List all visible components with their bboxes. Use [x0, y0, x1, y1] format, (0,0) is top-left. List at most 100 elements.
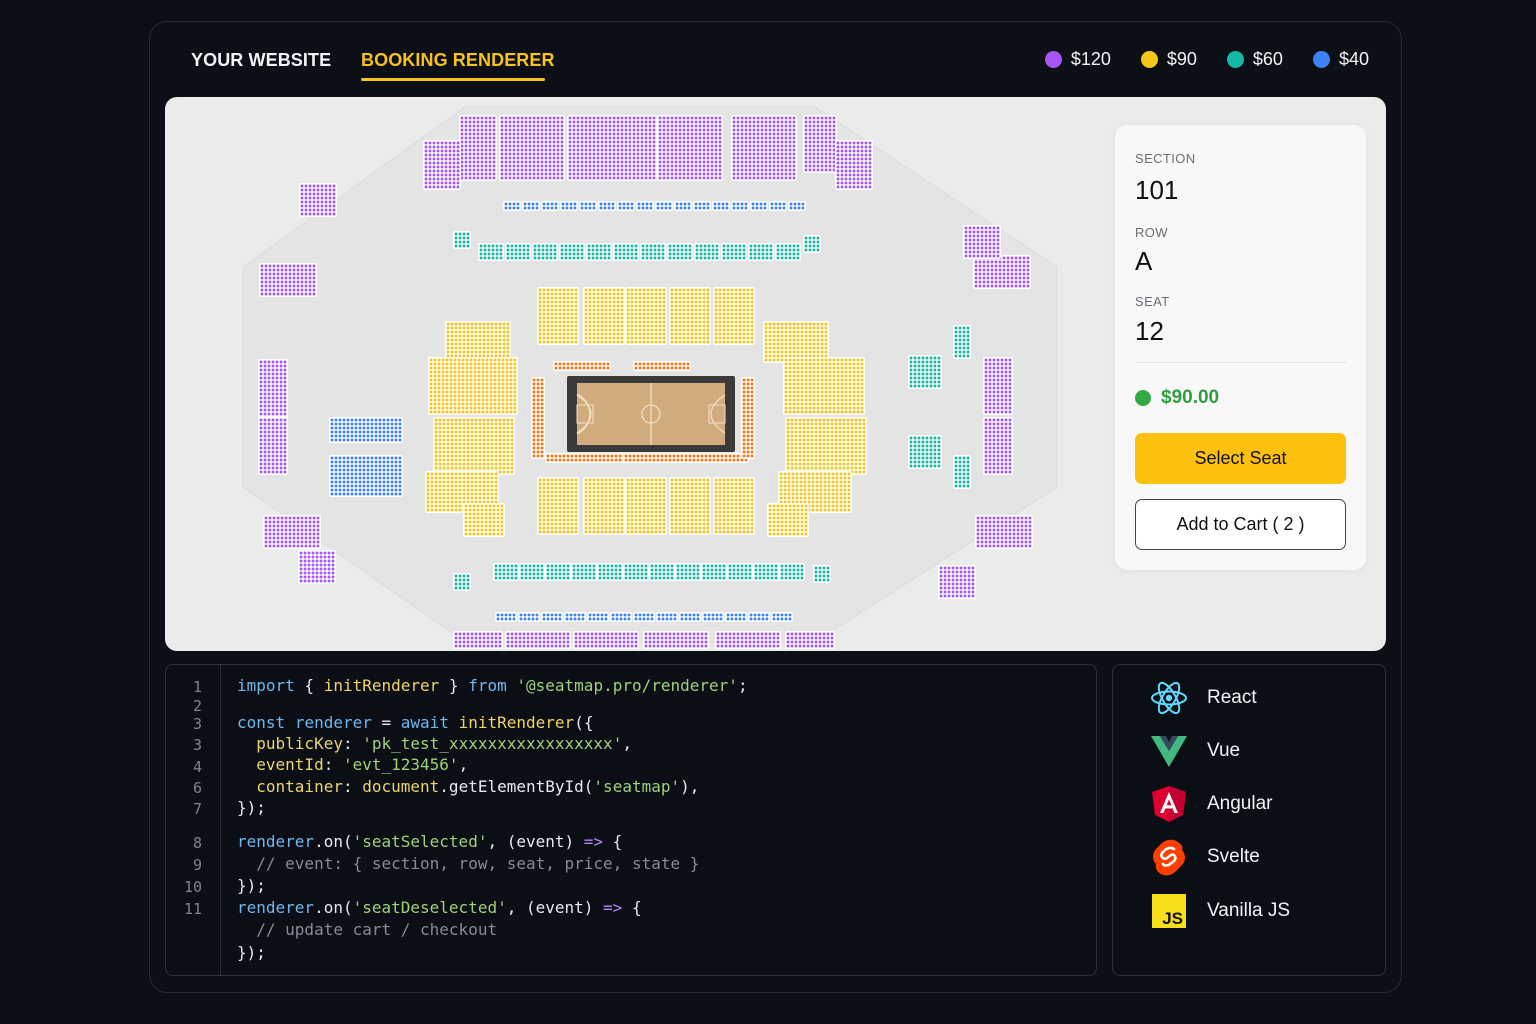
box-section-53[interactable]: [679, 612, 701, 622]
lower-section-100[interactable]: [445, 321, 511, 363]
upper-section-9[interactable]: [453, 631, 503, 649]
courtside-section-112[interactable]: [683, 453, 749, 463]
box-section-55[interactable]: [725, 612, 747, 622]
box-section-32[interactable]: [560, 201, 578, 211]
club-section-75[interactable]: [623, 563, 649, 581]
lower-section-103[interactable]: [433, 417, 515, 475]
upper-section-21[interactable]: [263, 515, 321, 549]
upper-section-2[interactable]: [567, 115, 633, 181]
box-section-30[interactable]: [522, 201, 540, 211]
add-to-cart-button[interactable]: Add to Cart ( 2 ): [1135, 499, 1346, 550]
club-section-65[interactable]: [667, 243, 693, 261]
upper-section-1[interactable]: [499, 115, 565, 181]
box-section-46[interactable]: [518, 612, 540, 622]
club-section-66[interactable]: [694, 243, 720, 261]
upper-section-4[interactable]: [657, 115, 723, 181]
box-section-40[interactable]: [712, 201, 730, 211]
club-section-58[interactable]: [478, 243, 504, 261]
club-section-70[interactable]: [493, 563, 519, 581]
club-section-60[interactable]: [532, 243, 558, 261]
club-section-61[interactable]: [559, 243, 585, 261]
upper-section-17[interactable]: [983, 357, 1013, 415]
club-section-77[interactable]: [675, 563, 701, 581]
upper-section-19[interactable]: [259, 263, 317, 297]
arena-seat-map[interactable]: [165, 97, 1115, 651]
lower-section-91[interactable]: [583, 287, 625, 345]
club-section-85[interactable]: [953, 455, 971, 489]
upper-section-12[interactable]: [643, 631, 709, 649]
upper-section-3[interactable]: [631, 115, 657, 181]
framework-item-vue[interactable]: Vue: [1149, 731, 1240, 771]
upper-section-5[interactable]: [731, 115, 797, 181]
box-section-48[interactable]: [564, 612, 586, 622]
framework-item-svelte[interactable]: Svelte: [1149, 837, 1260, 877]
courtside-section-116[interactable]: [741, 377, 755, 459]
club-section-59[interactable]: [505, 243, 531, 261]
club-section-72[interactable]: [545, 563, 571, 581]
upper-section-6[interactable]: [803, 115, 837, 173]
lower-section-109[interactable]: [767, 503, 809, 537]
club-section-64[interactable]: [640, 243, 666, 261]
upper-section-23[interactable]: [299, 183, 337, 217]
upper-section-15[interactable]: [258, 359, 288, 417]
lower-section-102[interactable]: [428, 357, 518, 415]
lower-section-96[interactable]: [583, 477, 625, 535]
upper-section-20[interactable]: [973, 255, 1031, 289]
box-section-36[interactable]: [636, 201, 654, 211]
box-section-27[interactable]: [329, 417, 403, 443]
upper-section-13[interactable]: [715, 631, 781, 649]
lower-section-94[interactable]: [713, 287, 755, 345]
courtside-section-114[interactable]: [633, 361, 691, 371]
box-section-39[interactable]: [693, 201, 711, 211]
upper-section-10[interactable]: [505, 631, 571, 649]
club-section-71[interactable]: [519, 563, 545, 581]
club-section-68[interactable]: [748, 243, 774, 261]
club-section-82[interactable]: [908, 355, 942, 389]
box-section-38[interactable]: [674, 201, 692, 211]
legend-item-40[interactable]: $40: [1312, 49, 1369, 70]
box-section-35[interactable]: [617, 201, 635, 211]
lower-section-108[interactable]: [463, 503, 505, 537]
box-section-37[interactable]: [655, 201, 673, 211]
club-section-62[interactable]: [586, 243, 612, 261]
lower-section-97[interactable]: [625, 477, 667, 535]
club-section-88[interactable]: [453, 573, 471, 591]
legend-item-60[interactable]: $60: [1226, 49, 1283, 70]
box-section-45[interactable]: [495, 612, 517, 622]
upper-section-14[interactable]: [785, 631, 835, 649]
club-section-86[interactable]: [453, 231, 471, 249]
lower-section-98[interactable]: [669, 477, 711, 535]
lower-section-101[interactable]: [763, 321, 829, 363]
framework-item-vanilla-js[interactable]: JS Vanilla JS: [1149, 891, 1290, 931]
club-section-73[interactable]: [571, 563, 597, 581]
box-section-50[interactable]: [610, 612, 632, 622]
box-section-54[interactable]: [702, 612, 724, 622]
lower-section-93[interactable]: [669, 287, 711, 345]
tab-booking-renderer[interactable]: BOOKING RENDERER: [361, 50, 555, 71]
framework-item-angular[interactable]: Angular: [1149, 784, 1273, 824]
upper-section-11[interactable]: [573, 631, 639, 649]
club-section-84[interactable]: [953, 325, 971, 359]
upper-section-16[interactable]: [258, 417, 288, 475]
courtside-section-113[interactable]: [553, 361, 611, 371]
club-section-63[interactable]: [613, 243, 639, 261]
upper-section-0[interactable]: [459, 115, 497, 181]
lower-section-95[interactable]: [537, 477, 579, 535]
legend-item-120[interactable]: $120: [1044, 49, 1111, 70]
framework-item-react[interactable]: React: [1149, 678, 1257, 718]
tab-your-website[interactable]: YOUR WEBSITE: [191, 50, 331, 71]
box-section-29[interactable]: [503, 201, 521, 211]
legend-item-90[interactable]: $90: [1140, 49, 1197, 70]
box-section-57[interactable]: [771, 612, 793, 622]
lower-section-99[interactable]: [713, 477, 755, 535]
club-section-87[interactable]: [803, 235, 821, 253]
club-section-76[interactable]: [649, 563, 675, 581]
club-section-78[interactable]: [701, 563, 727, 581]
box-section-56[interactable]: [748, 612, 770, 622]
club-section-80[interactable]: [753, 563, 779, 581]
box-section-51[interactable]: [633, 612, 655, 622]
club-section-69[interactable]: [775, 243, 801, 261]
box-section-47[interactable]: [541, 612, 563, 622]
upper-section-25[interactable]: [298, 550, 336, 584]
club-section-74[interactable]: [597, 563, 623, 581]
